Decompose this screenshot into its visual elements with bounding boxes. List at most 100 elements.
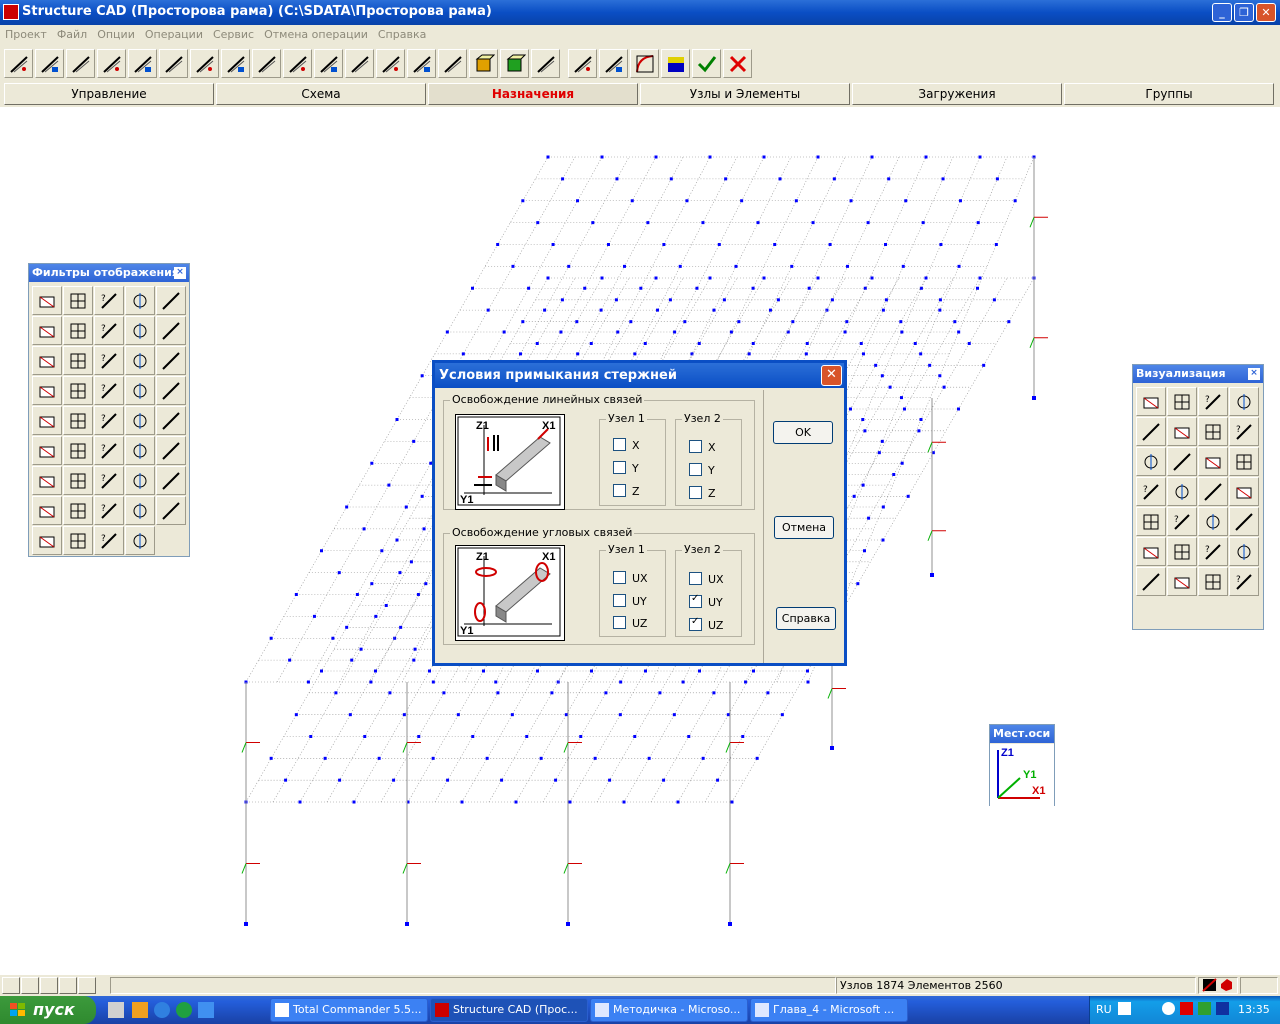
- quicklaunch-ie-icon[interactable]: [198, 1002, 214, 1018]
- filter-38-icon[interactable]: ?: [94, 496, 124, 525]
- visual-1-icon[interactable]: [1136, 387, 1166, 416]
- visual-9-icon[interactable]: [1136, 447, 1166, 476]
- linear-node1-y-checkbox[interactable]: Y: [613, 461, 639, 475]
- assign-loads-icon[interactable]: [630, 49, 659, 78]
- tray-app-4-icon[interactable]: [1216, 1002, 1229, 1015]
- assign-hinges-joint-icon[interactable]: [252, 49, 281, 78]
- filter-14-icon[interactable]: [125, 346, 155, 375]
- visual-18-icon[interactable]: ?: [1167, 507, 1197, 536]
- tab-control[interactable]: Управление: [4, 83, 214, 105]
- task-word-methodichka[interactable]: Методичка - Microso...: [590, 998, 748, 1022]
- filter-24-icon[interactable]: [125, 406, 155, 435]
- tray-app-3-icon[interactable]: [1198, 1002, 1211, 1015]
- cancel-button[interactable]: Отмена: [774, 516, 834, 539]
- menu-options[interactable]: Опции: [92, 25, 140, 41]
- filter-40-icon[interactable]: [156, 496, 186, 525]
- quicklaunch-desktop-icon[interactable]: [108, 1002, 124, 1018]
- assign-element-type-icon[interactable]: [438, 49, 467, 78]
- filter-43-icon[interactable]: ?: [94, 526, 124, 555]
- filter-5-icon[interactable]: [156, 286, 186, 315]
- checkbox-box[interactable]: [613, 571, 626, 584]
- assign-solid-icon[interactable]: [66, 49, 95, 78]
- visual-21-icon[interactable]: [1136, 537, 1166, 566]
- checkbox-box[interactable]: [613, 484, 626, 497]
- filter-31-icon[interactable]: [32, 466, 62, 495]
- assign-rod-sections-icon[interactable]: [190, 49, 219, 78]
- tab-nodes-elements[interactable]: Узлы и Элементы: [640, 83, 850, 105]
- visual-5-icon[interactable]: [1136, 417, 1166, 446]
- tab-loads[interactable]: Загружения: [852, 83, 1062, 105]
- filter-3-icon[interactable]: ?: [94, 286, 124, 315]
- assign-special-icon[interactable]: [97, 49, 126, 78]
- filter-44-icon[interactable]: [125, 526, 155, 555]
- visual-13-icon[interactable]: ?: [1136, 477, 1166, 506]
- language-indicator[interactable]: RU: [1096, 1003, 1112, 1016]
- filter-23-icon[interactable]: ?: [94, 406, 124, 435]
- task-structure-cad[interactable]: Structure CAD (Прос...: [430, 998, 588, 1022]
- angular-node2-uy-checkbox[interactable]: UY: [689, 593, 723, 609]
- volume-icon[interactable]: [1144, 1002, 1156, 1016]
- visual-20-icon[interactable]: [1229, 507, 1259, 536]
- filter-30-icon[interactable]: [156, 436, 186, 465]
- visual-16-icon[interactable]: [1229, 477, 1259, 506]
- angular-node1-ux-checkbox[interactable]: UX: [613, 571, 648, 585]
- task-word-glava4[interactable]: Глава_4 - Microsoft ...: [750, 998, 908, 1022]
- help-button[interactable]: Справка: [776, 607, 836, 630]
- view-mode-1-icon[interactable]: [2, 977, 20, 994]
- filter-36-icon[interactable]: [32, 496, 62, 525]
- task-total-commander[interactable]: Total Commander 5.5...: [270, 998, 428, 1022]
- filter-6-icon[interactable]: [32, 316, 62, 345]
- checkbox-box[interactable]: [613, 438, 626, 451]
- filter-28-icon[interactable]: ?: [94, 436, 124, 465]
- visual-11-icon[interactable]: [1198, 447, 1228, 476]
- tab-assignments[interactable]: Назначения: [428, 83, 638, 105]
- filter-41-icon[interactable]: [32, 526, 62, 555]
- assign-result-icon[interactable]: [661, 49, 690, 78]
- view-mode-3-icon[interactable]: [40, 977, 58, 994]
- quicklaunch-media-icon[interactable]: [176, 1002, 192, 1018]
- visual-14-icon[interactable]: [1167, 477, 1197, 506]
- checkbox-box[interactable]: [689, 486, 702, 499]
- visual-26-icon[interactable]: [1167, 567, 1197, 596]
- visual-22-icon[interactable]: [1167, 537, 1197, 566]
- assign-plate-icon[interactable]: [35, 49, 64, 78]
- assign-local-axes-icon[interactable]: [376, 49, 405, 78]
- linear-node2-z-checkbox[interactable]: Z: [689, 486, 716, 500]
- visual-19-icon[interactable]: [1198, 507, 1228, 536]
- filter-35-icon[interactable]: [156, 466, 186, 495]
- checkbox-box[interactable]: [613, 461, 626, 474]
- filter-37-icon[interactable]: [63, 496, 93, 525]
- checkbox-box[interactable]: [689, 463, 702, 476]
- checkbox-box[interactable]: [689, 593, 702, 608]
- visual-25-icon[interactable]: [1136, 567, 1166, 596]
- visual-17-icon[interactable]: [1136, 507, 1166, 536]
- delete-icon[interactable]: [723, 49, 752, 78]
- assign-supports-icon[interactable]: [159, 49, 188, 78]
- angular-node2-ux-checkbox[interactable]: UX: [689, 572, 724, 586]
- filter-39-icon[interactable]: [125, 496, 155, 525]
- dialog-title-bar[interactable]: Условия примыкания стержней ✕: [435, 363, 844, 388]
- menu-service[interactable]: Сервис: [208, 25, 259, 41]
- linear-node2-x-checkbox[interactable]: X: [689, 440, 716, 454]
- menu-project[interactable]: Проект: [0, 25, 52, 41]
- visual-2-icon[interactable]: [1167, 387, 1197, 416]
- filter-16-icon[interactable]: [32, 376, 62, 405]
- visual-23-icon[interactable]: ?: [1198, 537, 1228, 566]
- angular-node2-uz-checkbox[interactable]: UZ: [689, 616, 723, 632]
- filter-2-icon[interactable]: [63, 286, 93, 315]
- angular-node1-uz-checkbox[interactable]: UZ: [613, 616, 647, 630]
- visual-28-icon[interactable]: ?: [1229, 567, 1259, 596]
- filter-25-icon[interactable]: [156, 406, 186, 435]
- assign-color-icon[interactable]: [469, 49, 498, 78]
- filter-26-icon[interactable]: [32, 436, 62, 465]
- linear-node2-y-checkbox[interactable]: Y: [689, 463, 715, 477]
- view-mode-5-icon[interactable]: [78, 977, 96, 994]
- filter-15-icon[interactable]: [156, 346, 186, 375]
- filter-7-icon[interactable]: [63, 316, 93, 345]
- maximize-button[interactable]: ❐: [1234, 3, 1254, 22]
- minimize-button[interactable]: _: [1212, 3, 1232, 22]
- checkbox-box[interactable]: [613, 616, 626, 629]
- filter-21-icon[interactable]: [32, 406, 62, 435]
- tray-app-1-icon[interactable]: [1162, 1002, 1175, 1015]
- filter-19-icon[interactable]: [125, 376, 155, 405]
